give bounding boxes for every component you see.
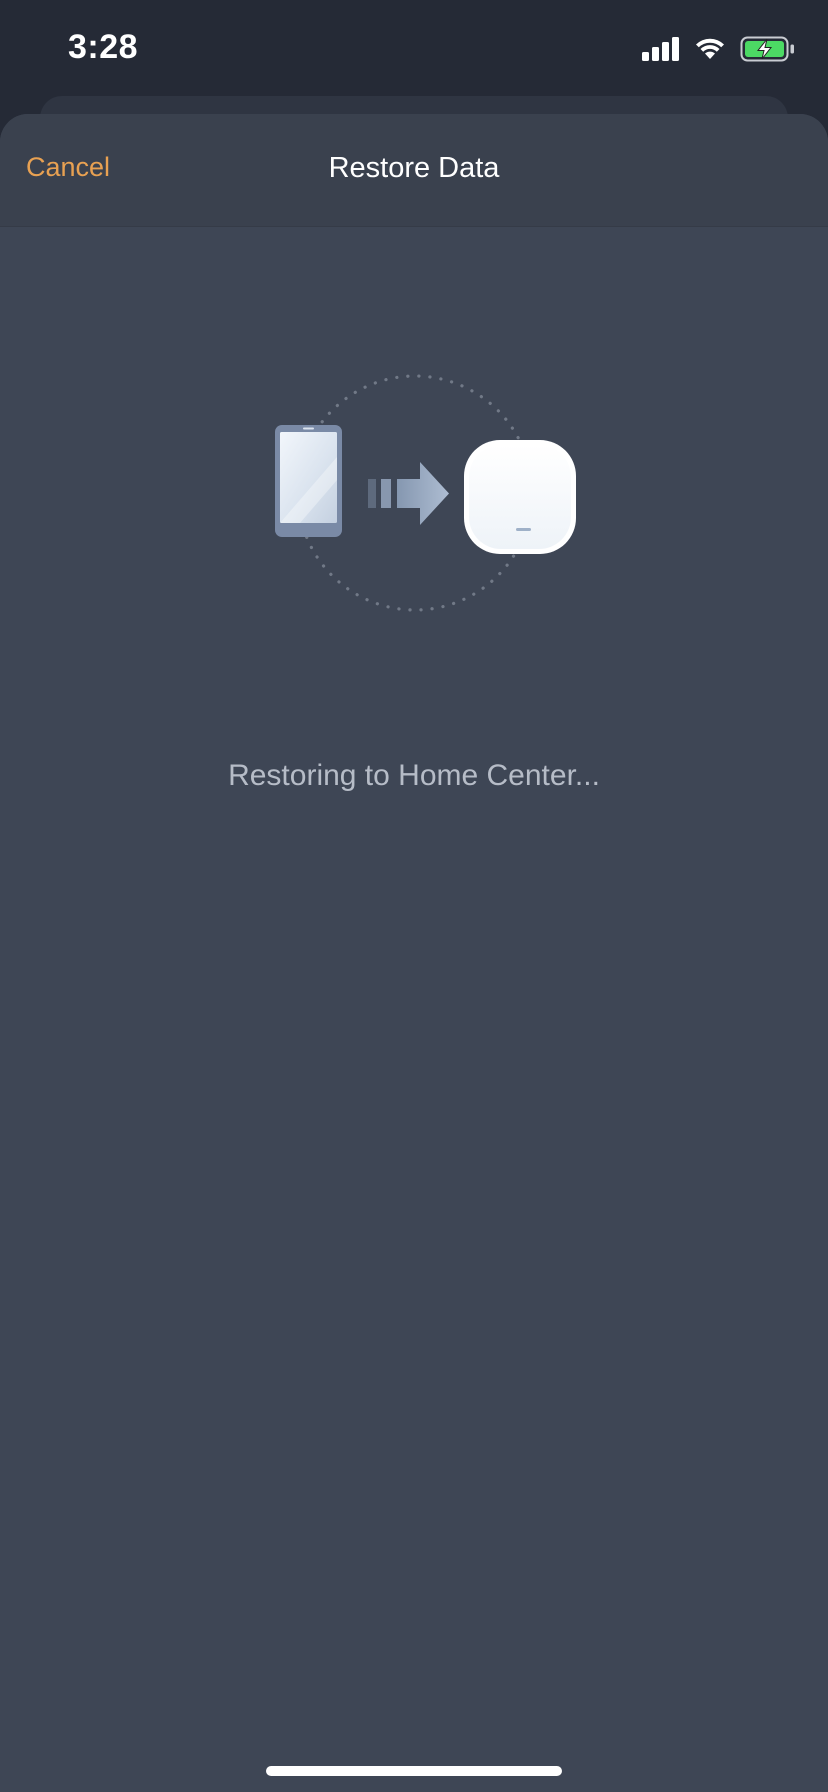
page-title: Restore Data [328, 152, 500, 184]
cellular-signal-icon [642, 37, 679, 61]
transfer-arrow-icon [368, 462, 449, 525]
status-time: 3:28 [68, 28, 139, 66]
restore-illustration [275, 374, 576, 612]
restore-data-sheet: Cancel Restore Data Restoring to Home Ce… [0, 114, 828, 1792]
status-message: Restoring to Home Center... [228, 759, 600, 792]
status-bar: 3:28 [0, 0, 828, 96]
wifi-icon [696, 38, 724, 59]
status-icons [642, 34, 796, 64]
home-center-hub-icon [464, 440, 576, 554]
battery-charging-icon [740, 36, 794, 62]
phone-icon [275, 425, 342, 537]
navigation-bar: Cancel Restore Data [0, 114, 828, 227]
home-indicator[interactable] [266, 1766, 562, 1776]
